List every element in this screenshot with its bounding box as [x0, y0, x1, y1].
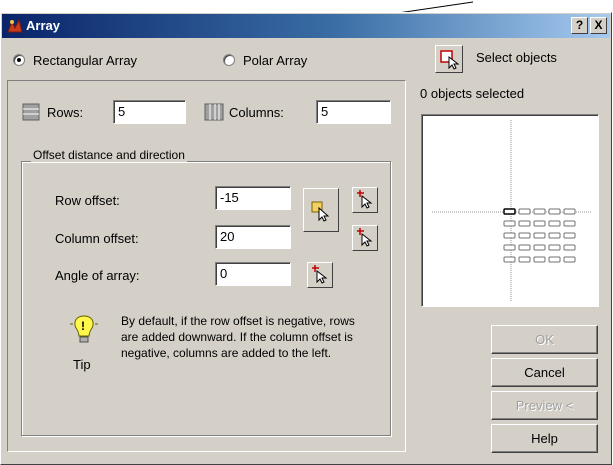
pick-row-offset-button[interactable] [352, 187, 378, 213]
columns-icon [204, 103, 224, 121]
preview-array-item [518, 256, 531, 263]
rows-icon [22, 103, 40, 121]
preview-array-item [518, 220, 531, 227]
rectangular-array-radio[interactable] [13, 54, 25, 66]
title-bar[interactable]: Array ? X [2, 14, 610, 38]
row-offset-label: Row offset: [55, 193, 120, 208]
help-icon[interactable]: ? [571, 17, 588, 34]
pick-both-offsets-button[interactable] [303, 188, 339, 232]
preview-array-item [548, 220, 561, 227]
svg-text:!: ! [81, 319, 85, 333]
tip-text: By default, if the row offset is negativ… [121, 314, 355, 360]
pick-row-offset-icon [357, 190, 373, 209]
preview-array-item [503, 256, 516, 263]
rows-input[interactable]: 5 [113, 100, 186, 124]
preview-array-item [533, 208, 546, 215]
polar-array-radio[interactable] [223, 54, 235, 66]
tip-lightbulb-icon: ! [70, 315, 98, 343]
tip-label: Tip [73, 357, 91, 372]
objects-selected-status: 0 objects selected [420, 86, 525, 101]
preview-array-item [503, 244, 516, 251]
column-offset-input[interactable]: 20 [215, 225, 291, 249]
select-objects-label: Select objects [476, 50, 557, 65]
angle-label: Angle of array: [55, 268, 140, 283]
preview-array-item [533, 256, 546, 263]
preview-array-item [548, 208, 561, 215]
select-objects-button[interactable] [435, 45, 463, 73]
preview-array-item [563, 232, 576, 239]
row-offset-input[interactable]: -15 [215, 186, 291, 210]
cancel-button[interactable]: Cancel [491, 358, 598, 387]
preview-array-item [518, 244, 531, 251]
window-title: Array [26, 18, 60, 33]
pick-angle-button[interactable] [307, 262, 333, 288]
angle-input[interactable]: 0 [215, 262, 291, 286]
pick-angle-icon [312, 265, 328, 284]
ok-button[interactable]: OK [491, 325, 598, 354]
columns-label: Columns: [229, 105, 284, 120]
pick-column-offset-icon [357, 228, 373, 247]
preview-array-item [548, 244, 561, 251]
preview-array-item [563, 208, 576, 215]
help-button[interactable]: Help [491, 424, 598, 453]
preview-array-item [563, 244, 576, 251]
array-preview [421, 114, 599, 307]
preview-array-item [548, 232, 561, 239]
select-objects-icon [440, 50, 460, 70]
preview-button[interactable]: Preview < [491, 391, 598, 420]
rows-label: Rows: [47, 105, 84, 120]
preview-array-item [533, 244, 546, 251]
preview-array-item [533, 220, 546, 227]
preview-array-item [548, 256, 561, 263]
preview-array-item [503, 208, 516, 215]
preview-drawing [432, 120, 592, 301]
preview-array-item [503, 220, 516, 227]
close-icon[interactable]: X [590, 17, 607, 34]
pick-both-offsets-icon [311, 201, 330, 222]
preview-array-item [563, 220, 576, 227]
offset-group-label: Offset distance and direction [31, 148, 187, 162]
preview-array-item [563, 256, 576, 263]
preview-array-grid [503, 208, 576, 263]
preview-array-item [533, 232, 546, 239]
polar-array-label[interactable]: Polar Array [243, 53, 307, 68]
rectangular-array-label[interactable]: Rectangular Array [33, 53, 137, 68]
pick-column-offset-button[interactable] [352, 225, 378, 251]
columns-input[interactable]: 5 [316, 100, 391, 124]
preview-array-item [518, 208, 531, 215]
preview-array-item [518, 232, 531, 239]
array-app-icon [7, 18, 23, 33]
preview-array-item [503, 232, 516, 239]
column-offset-label: Column offset: [55, 231, 139, 246]
